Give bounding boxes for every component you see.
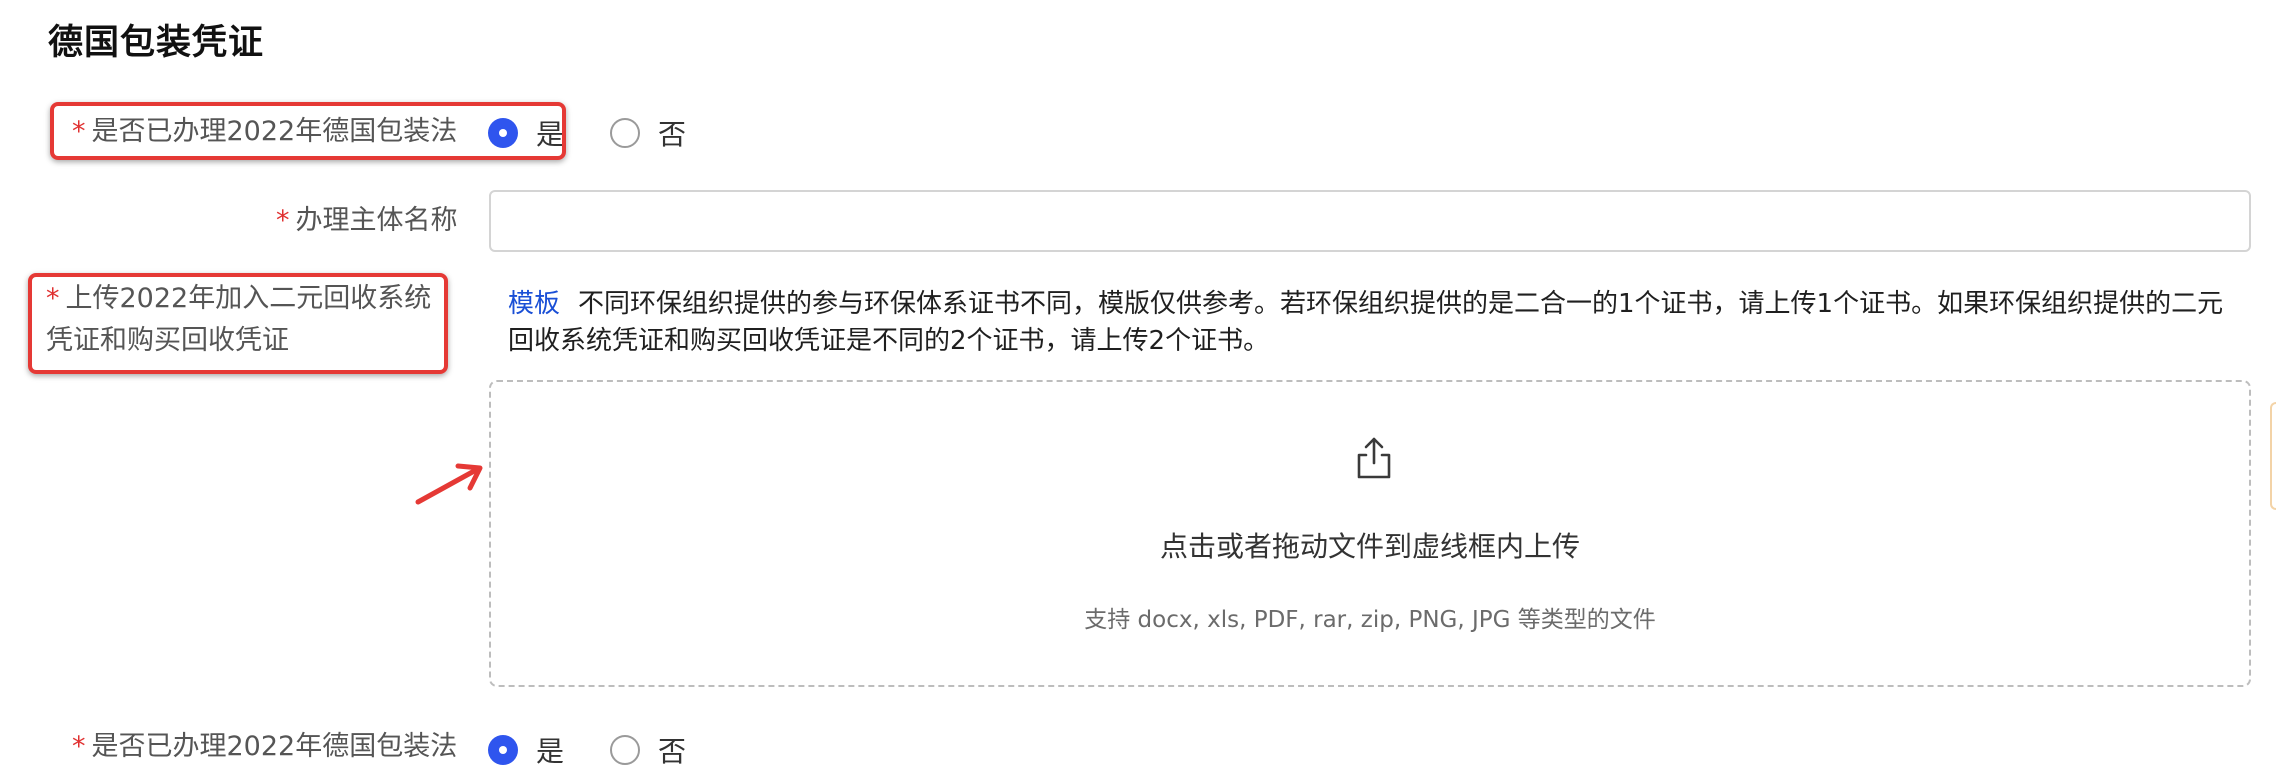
radio-option-yes-second[interactable]: 是 — [488, 730, 564, 770]
radio-no-second[interactable] — [610, 735, 641, 765]
upload-dropzone[interactable]: 点击或者拖动文件到虚线框内上传 支持 docx, xls, PDF, rar, … — [489, 380, 2251, 687]
radio-option-no[interactable]: 否 — [610, 113, 686, 153]
radio-no-label: 否 — [658, 118, 687, 151]
arrow-icon — [415, 463, 483, 505]
annotation-highlight-registered — [50, 102, 566, 160]
radio-no-second-label: 否 — [658, 735, 687, 768]
template-note: 模板 不同环保组织提供的参与环保体系证书不同，模版仅供参考。若环保组织提供的是二合… — [508, 286, 2248, 360]
required-mark: * — [72, 731, 86, 762]
entity-name-input[interactable] — [489, 190, 2251, 252]
template-note-text: 不同环保组织提供的参与环保体系证书不同，模版仅供参考。若环保组织提供的是二合一的… — [508, 289, 2224, 356]
radio-option-no-second[interactable]: 否 — [610, 730, 686, 770]
radio-yes-second-label: 是 — [536, 735, 565, 768]
required-mark: * — [276, 205, 290, 236]
radio-yes-second[interactable] — [488, 735, 518, 765]
second-registered-question-text: 是否已办理2022年德国包装法 — [91, 731, 458, 762]
dropzone-hint: 支持 docx, xls, PDF, rar, zip, PNG, JPG 等类… — [1084, 607, 1656, 633]
radio-no[interactable] — [610, 118, 641, 148]
radio-group-second: 是 否 — [488, 730, 686, 770]
entity-name-text: 办理主体名称 — [295, 205, 458, 236]
template-link[interactable]: 模板 — [508, 289, 560, 319]
annotation-highlight-upload — [28, 273, 448, 374]
page-title: 德国包装凭证 — [48, 23, 265, 63]
second-registered-question-label: * 是否已办理2022年德国包装法 — [72, 728, 457, 766]
side-panel-edge — [2270, 402, 2276, 510]
entity-name-label: * 办理主体名称 — [276, 202, 458, 240]
upload-icon — [1357, 437, 1391, 479]
dropzone-text: 点击或者拖动文件到虚线框内上传 — [1159, 530, 1580, 563]
